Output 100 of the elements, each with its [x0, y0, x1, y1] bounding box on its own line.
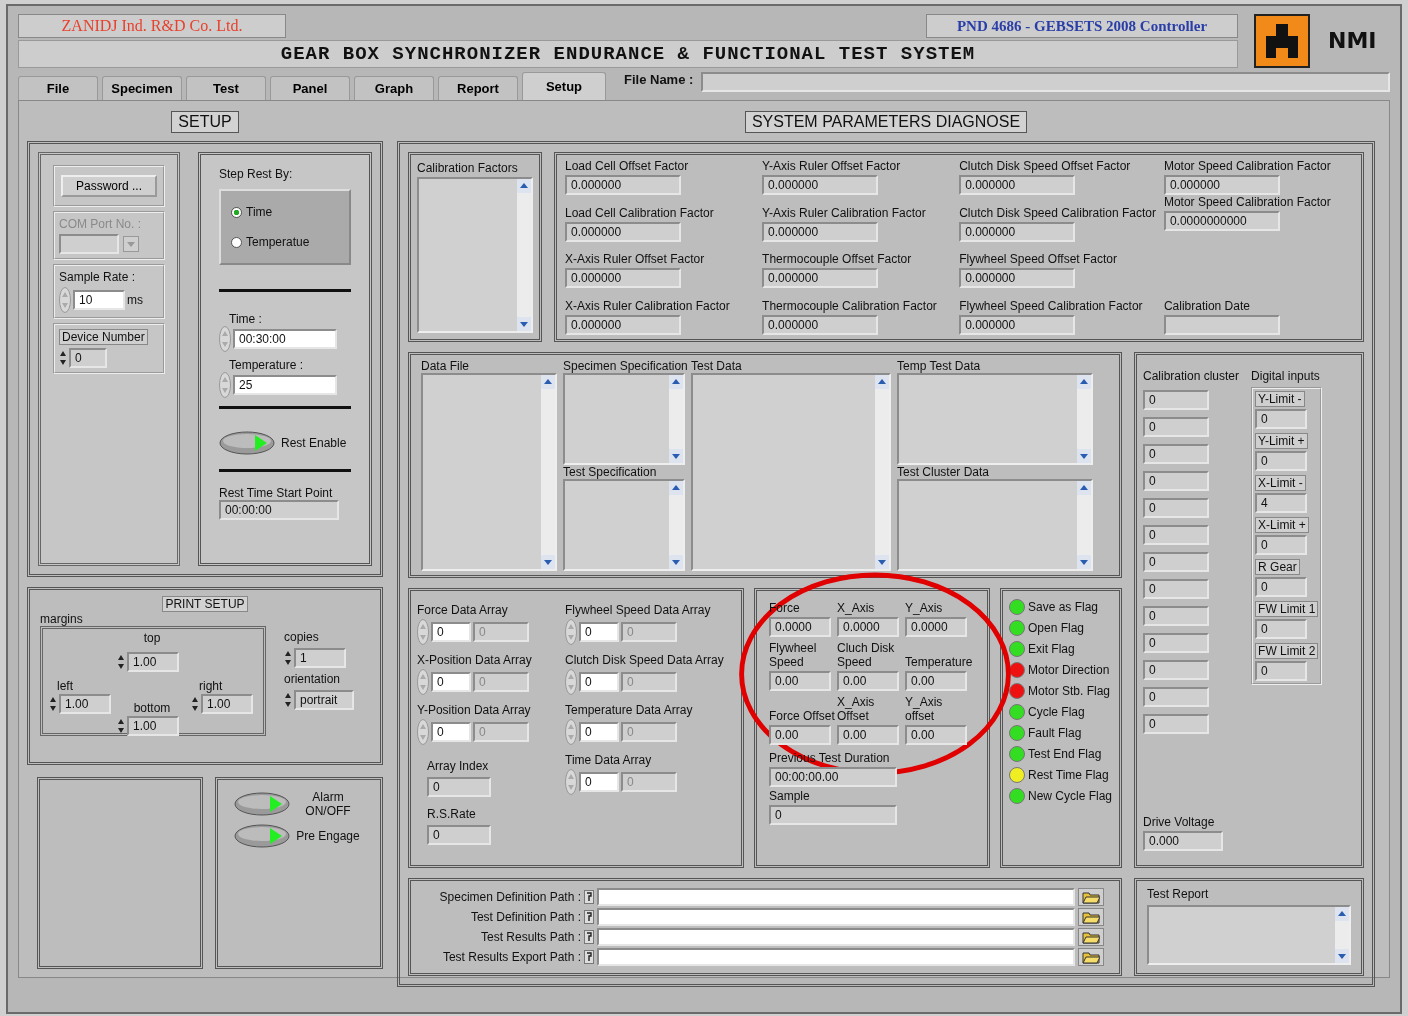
scrollbar[interactable] — [1077, 481, 1091, 569]
scrollbar[interactable] — [517, 179, 531, 331]
step-rest-label: Step Rest By: — [219, 167, 294, 181]
array-index-field[interactable]: 0 — [579, 672, 619, 692]
copies-field[interactable]: 1 — [294, 648, 346, 668]
scroll-up-icon[interactable] — [875, 375, 889, 389]
factor-field[interactable]: 0.000000 — [959, 268, 1076, 289]
factor-field[interactable]: 0.000000 — [959, 314, 1076, 335]
radio-button[interactable] — [231, 206, 242, 218]
factor-field[interactable]: 0.000000 — [565, 268, 681, 289]
scrollbar[interactable] — [1077, 375, 1091, 463]
spinner-icon[interactable] — [191, 695, 199, 713]
array-index-field[interactable]: 0 — [579, 772, 619, 792]
scrollbar[interactable] — [1335, 907, 1349, 963]
tab[interactable]: Setup — [522, 72, 606, 100]
array-index-field[interactable]: 0 — [431, 622, 471, 642]
browse-button[interactable] — [1078, 908, 1104, 926]
scroll-up-icon[interactable] — [1077, 375, 1091, 389]
temperature-field[interactable]: 25 — [233, 375, 337, 395]
path-field[interactable] — [597, 948, 1075, 966]
factor-field[interactable]: 0.000000 — [762, 314, 879, 335]
text-box[interactable] — [1147, 905, 1351, 965]
factor-field[interactable]: 0.000000 — [762, 175, 879, 195]
tab[interactable]: Test — [186, 76, 266, 100]
spinner-icon[interactable] — [117, 717, 125, 735]
scroll-up-icon[interactable] — [1335, 907, 1349, 921]
list-box[interactable] — [417, 177, 533, 333]
cluster-field: 0 — [1143, 417, 1209, 437]
section-heading: SETUP — [171, 111, 239, 133]
browse-button[interactable] — [1078, 888, 1104, 906]
list-box[interactable] — [421, 373, 557, 571]
array-index-field[interactable]: 0 — [431, 672, 471, 692]
sample-rate-field[interactable]: 10 — [73, 290, 125, 310]
array-index-field: 0 — [427, 777, 491, 797]
scrollbar[interactable] — [541, 375, 555, 569]
margin-field[interactable]: 1.00 — [127, 716, 179, 736]
array-index-field[interactable]: 0 — [579, 622, 619, 642]
brand-name: NMI — [1328, 28, 1377, 53]
radio-button[interactable] — [231, 236, 242, 248]
tab[interactable]: File — [18, 76, 98, 100]
factor-field[interactable]: 0.000000 — [565, 221, 681, 242]
scroll-up-icon[interactable] — [541, 375, 555, 389]
toggle-switch[interactable] — [219, 431, 275, 455]
spinner-icon[interactable] — [49, 695, 57, 713]
tab[interactable]: Report — [438, 76, 518, 100]
factor-field[interactable] — [1163, 315, 1280, 335]
sample-label: Sample — [769, 789, 811, 803]
tab[interactable]: Specimen — [102, 76, 182, 100]
scroll-up-icon[interactable] — [1077, 481, 1091, 495]
scroll-down-icon[interactable] — [669, 449, 683, 463]
scroll-down-icon[interactable] — [875, 555, 889, 569]
scroll-up-icon[interactable] — [669, 375, 683, 389]
scrollbar[interactable] — [669, 375, 683, 463]
com-port-dropdown[interactable] — [59, 234, 119, 254]
spinner-icon[interactable] — [284, 649, 292, 667]
factor-field[interactable]: 0.000000 — [762, 221, 879, 242]
file-name-field[interactable] — [701, 72, 1390, 92]
factor-field[interactable]: 0.0000000000 — [1163, 211, 1280, 231]
spinner-icon[interactable] — [117, 653, 125, 671]
factor-field[interactable]: 0.000000 — [959, 175, 1076, 195]
scroll-up-icon[interactable] — [517, 179, 531, 193]
scrollbar[interactable] — [875, 375, 889, 569]
array-index-field[interactable]: 0 — [579, 722, 619, 742]
scroll-up-icon[interactable] — [669, 481, 683, 495]
margin-field[interactable]: 1.00 — [201, 694, 253, 714]
browse-button[interactable] — [1078, 948, 1104, 966]
scroll-down-icon[interactable] — [517, 317, 531, 331]
path-field[interactable] — [597, 928, 1075, 946]
toggle-switch[interactable] — [234, 792, 290, 816]
factor-field[interactable]: 0.000000 — [1163, 175, 1280, 195]
list-box[interactable] — [563, 479, 685, 571]
password-button[interactable]: Password ... — [61, 175, 157, 197]
list-box[interactable] — [897, 479, 1093, 571]
margin-field[interactable]: 1.00 — [127, 652, 179, 672]
scroll-down-icon[interactable] — [541, 555, 555, 569]
factor-field[interactable]: 0.000000 — [565, 314, 681, 335]
spinner-icon[interactable] — [284, 691, 292, 709]
list-box[interactable] — [691, 373, 891, 571]
toggle-switch[interactable] — [234, 824, 290, 848]
spinner-icon[interactable] — [59, 349, 67, 367]
orientation-field[interactable]: portrait — [294, 690, 354, 710]
time-field[interactable]: 00:30:00 — [233, 329, 337, 349]
scrollbar[interactable] — [669, 481, 683, 569]
factor-field[interactable]: 0.000000 — [959, 221, 1076, 242]
factor-field[interactable]: 0.000000 — [762, 268, 879, 289]
scroll-down-icon[interactable] — [1335, 949, 1349, 963]
list-box[interactable] — [563, 373, 685, 465]
browse-button[interactable] — [1078, 928, 1104, 946]
list-box[interactable] — [897, 373, 1093, 465]
margin-field[interactable]: 1.00 — [59, 694, 111, 714]
scroll-down-icon[interactable] — [1077, 555, 1091, 569]
scroll-down-icon[interactable] — [669, 555, 683, 569]
scroll-down-icon[interactable] — [1077, 449, 1091, 463]
array-index-field[interactable]: 0 — [431, 722, 471, 742]
device-number-field[interactable]: 0 — [69, 348, 107, 368]
factor-field[interactable]: 0.000000 — [565, 175, 681, 195]
tab[interactable]: Graph — [354, 76, 434, 100]
tab[interactable]: Panel — [270, 76, 350, 100]
path-field[interactable] — [597, 908, 1075, 926]
path-field[interactable] — [597, 888, 1075, 906]
